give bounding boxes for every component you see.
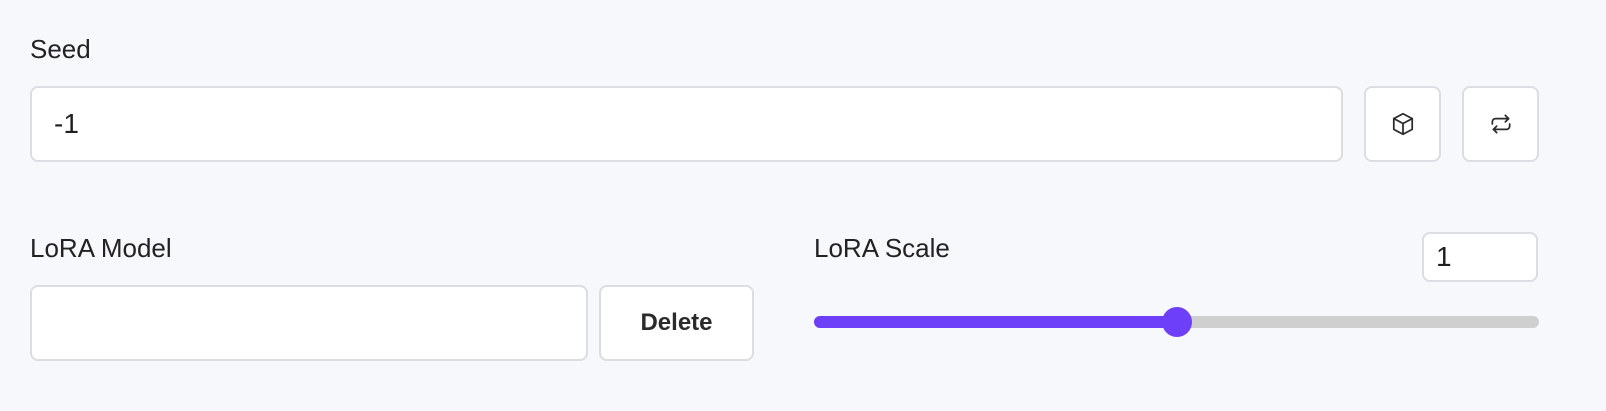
cube-icon (1390, 111, 1416, 137)
lora-model-label: LoRA Model (30, 233, 172, 263)
delete-button[interactable]: Delete (599, 285, 754, 361)
repeat-icon (1487, 111, 1515, 137)
lora-model-input[interactable] (30, 285, 588, 361)
lora-scale-input[interactable] (1422, 232, 1538, 282)
seed-input[interactable] (30, 86, 1343, 162)
lora-scale-slider[interactable] (814, 307, 1539, 337)
lora-scale-slider-thumb[interactable] (1162, 307, 1192, 337)
seed-label: Seed (30, 34, 91, 64)
lora-scale-label: LoRA Scale (814, 233, 950, 263)
random-seed-button[interactable] (1364, 86, 1441, 162)
lora-scale-slider-fill (814, 316, 1177, 328)
reuse-seed-button[interactable] (1462, 86, 1539, 162)
